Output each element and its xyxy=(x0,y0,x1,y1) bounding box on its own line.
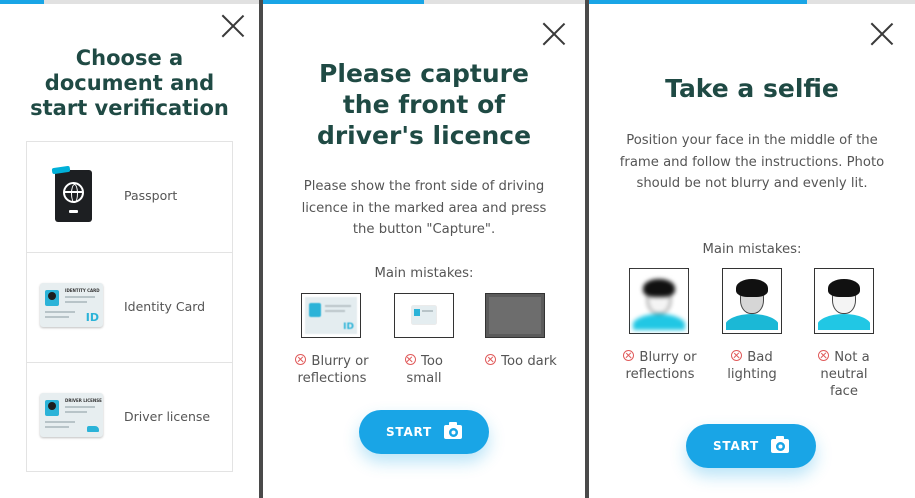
mistakes-heading: Main mistakes: xyxy=(374,266,474,281)
document-option-label: Driver license xyxy=(124,409,211,424)
capture-document-panel: Please capture the front of driver's lic… xyxy=(263,0,585,498)
mistake-example-small-image xyxy=(394,293,454,338)
page-title: Take a selfie xyxy=(665,74,839,103)
mistake-example-blurry-image: ID xyxy=(301,293,361,338)
error-icon xyxy=(485,354,497,365)
mistakes-heading: Main mistakes: xyxy=(702,242,802,257)
document-option-label: Identity Card xyxy=(124,299,206,314)
id-card-icon: IDENTITY CARD ID xyxy=(40,283,103,327)
mistake-label: Too small xyxy=(405,354,443,386)
progress-track xyxy=(263,0,585,4)
document-option-driver-license[interactable]: DRIVER LICENSE Driver license xyxy=(27,362,232,472)
progress-track xyxy=(589,0,915,4)
document-list: Passport IDENTITY CARD ID Identity Card … xyxy=(26,141,233,472)
id-card-mark: ID xyxy=(343,322,354,332)
document-choice-panel: Choose a document and start verification… xyxy=(0,0,259,498)
mistake-label: Blurry or reflections xyxy=(614,349,706,383)
selfie-panel: Take a selfie Position your face in the … xyxy=(589,0,915,498)
camera-icon xyxy=(444,422,463,439)
error-icon xyxy=(405,354,417,365)
mistake-example-dark-image xyxy=(485,293,545,338)
instructions-text: Please show the front side of driving li… xyxy=(301,179,547,237)
id-card-mark: ID xyxy=(85,311,99,324)
mistake-label: Not a neutral face xyxy=(809,349,879,400)
mistake-label: Bad lighting xyxy=(727,350,777,382)
camera-icon xyxy=(771,436,790,453)
start-capture-button[interactable]: START xyxy=(359,410,489,454)
document-option-label: Passport xyxy=(124,188,178,203)
mistake-label: Blurry or reflections xyxy=(287,353,377,387)
error-icon xyxy=(818,350,830,361)
mistake-example-blurry-selfie xyxy=(629,268,689,334)
start-selfie-button[interactable]: START xyxy=(686,424,816,468)
mistake-example-non-neutral-selfie xyxy=(814,268,874,334)
progress-fill xyxy=(263,0,424,4)
document-option-passport[interactable]: Passport xyxy=(27,142,232,252)
progress-fill xyxy=(0,0,45,4)
close-icon[interactable] xyxy=(541,21,567,47)
passport-icon xyxy=(51,165,92,222)
page-title: Please capture the front of driver's lic… xyxy=(316,59,532,150)
instructions-text: Position your face in the middle of the … xyxy=(619,133,885,191)
error-icon xyxy=(623,350,635,361)
driver-card-header: DRIVER LICENSE xyxy=(65,398,102,403)
close-icon[interactable] xyxy=(220,13,246,39)
progress-track xyxy=(0,0,259,4)
driver-license-icon: DRIVER LICENSE xyxy=(40,393,103,437)
mistake-label: Too dark xyxy=(471,353,571,370)
error-icon xyxy=(295,354,307,365)
close-icon[interactable] xyxy=(869,21,895,47)
id-card-header: IDENTITY CARD xyxy=(65,288,100,293)
page-title: Choose a document and start verification xyxy=(30,46,229,120)
mistake-example-bad-lighting-selfie xyxy=(722,268,782,334)
error-icon xyxy=(731,350,743,361)
document-option-identity-card[interactable]: IDENTITY CARD ID Identity Card xyxy=(27,252,232,362)
progress-fill xyxy=(589,0,808,4)
